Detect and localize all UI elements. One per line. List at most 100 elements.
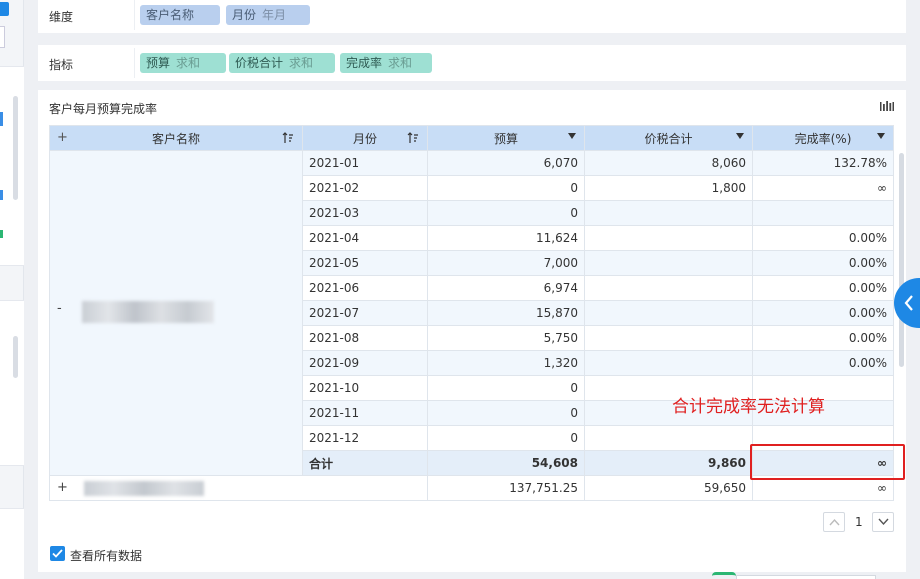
- rate-cell: 132.78%: [752, 150, 894, 176]
- dropdown-caret-icon[interactable]: [568, 133, 576, 139]
- collapse-icon[interactable]: -: [57, 301, 62, 316]
- month-cell: 2021-03: [302, 200, 428, 226]
- header-budget[interactable]: 预算: [427, 125, 585, 151]
- sort-icon[interactable]: [282, 132, 294, 144]
- page-next-button[interactable]: [872, 512, 894, 532]
- left-panel: [0, 0, 24, 579]
- dimension-row: 维度 客户名称 月份 年月: [38, 0, 906, 33]
- dropdown-caret-icon[interactable]: [736, 133, 744, 139]
- left-panel-scrollbar-2[interactable]: [13, 336, 18, 378]
- rate-cell: 0.00%: [752, 250, 894, 276]
- left-panel-blue-marker: [0, 112, 3, 126]
- dimension-label: 维度: [49, 10, 74, 24]
- pill-name: 完成率: [346, 56, 383, 70]
- page-number: 1: [855, 515, 863, 529]
- tax-total-cell: [584, 275, 753, 301]
- dropdown-caret-icon[interactable]: [877, 133, 885, 139]
- chevron-up-icon: [829, 518, 840, 526]
- budget-cell: 6,070: [427, 150, 585, 176]
- redacted-customer-name: [84, 481, 204, 496]
- header-label: 月份: [352, 131, 377, 146]
- month-cell: 2021-04: [302, 225, 428, 251]
- header-label: 预算: [493, 131, 518, 146]
- chevron-down-icon: [878, 518, 889, 526]
- view-all-checkbox[interactable]: [50, 546, 65, 561]
- budget-cell: 0: [427, 200, 585, 226]
- table-scrollbar-thumb[interactable]: [899, 153, 904, 367]
- table-header-row: + 客户名称 月份 预算 价税合计 完成率(%): [49, 125, 894, 151]
- annotation-highlight-box: [750, 444, 905, 480]
- rate-cell: ∞: [752, 175, 894, 201]
- month-cell: 2021-12: [302, 425, 428, 451]
- budget-cell: 15,870: [427, 300, 585, 326]
- chevron-left-icon: [904, 295, 913, 311]
- rate-cell: 0.00%: [752, 300, 894, 326]
- pill-name: 价税合计: [235, 56, 284, 70]
- sort-icon[interactable]: [407, 132, 419, 144]
- total-label-cell: 合计: [302, 450, 428, 476]
- budget-cell: 1,320: [427, 350, 585, 376]
- expand-icon[interactable]: +: [57, 480, 68, 495]
- budget-cell: 0: [427, 425, 585, 451]
- budget-cell: 5,750: [427, 325, 585, 351]
- header-completion-rate[interactable]: 完成率(%): [752, 125, 894, 151]
- tax-total-cell: [584, 425, 753, 451]
- total-tax-total-cell: 9,860: [584, 450, 753, 476]
- pill-sub: 年月: [262, 8, 287, 22]
- checkbox-icon[interactable]: [0, 2, 9, 16]
- bottom-partial-box: [736, 575, 876, 579]
- pill-name: 客户名称: [146, 8, 195, 22]
- month-cell: 2021-06: [302, 275, 428, 301]
- tax-total-cell: 8,060: [584, 150, 753, 176]
- metric-pill-tax-total[interactable]: 价税合计 求和: [229, 53, 335, 73]
- budget-cell: 11,624: [427, 225, 585, 251]
- rate-cell: [752, 200, 894, 226]
- dimension-pill-customer[interactable]: 客户名称: [140, 5, 220, 25]
- customer-cell-group2: +: [49, 475, 428, 501]
- metric-label: 指标: [49, 58, 74, 72]
- bottom-green-indicator: [712, 572, 736, 579]
- header-tax-total[interactable]: 价税合计: [584, 125, 753, 151]
- rate-cell: 0.00%: [752, 325, 894, 351]
- budget-cell: 0: [427, 175, 585, 201]
- rate-cell: 0.00%: [752, 350, 894, 376]
- total-budget-cell: 54,608: [427, 450, 585, 476]
- tax-total-cell: [584, 300, 753, 326]
- metric-row: 指标 预算 求和 价税合计 求和 完成率 求和: [38, 45, 906, 81]
- metric-pill-completion-rate[interactable]: 完成率 求和: [340, 53, 432, 73]
- pill-sub: 求和: [289, 56, 314, 70]
- budget-cell: 7,000: [427, 250, 585, 276]
- page-prev-button[interactable]: [823, 512, 845, 532]
- month-cell: 2021-01: [302, 150, 428, 176]
- left-panel-section: [0, 66, 24, 266]
- widget-title: 客户每月预算完成率: [49, 102, 158, 116]
- month-cell: 2021-02: [302, 175, 428, 201]
- header-label: 客户名称: [151, 131, 200, 146]
- metric-pill-budget[interactable]: 预算 求和: [140, 53, 226, 73]
- month-cell: 2021-09: [302, 350, 428, 376]
- budget-cell: 0: [427, 375, 585, 401]
- left-panel-section-2: [0, 300, 24, 466]
- left-panel-scrollbar[interactable]: [13, 96, 18, 200]
- table-row: - 2021-01 6,070 8,060 132.78%: [49, 150, 894, 476]
- pill-name: 预算: [146, 56, 171, 70]
- pill-name: 月份: [232, 8, 257, 22]
- tax-total-cell: [584, 350, 753, 376]
- left-panel-box: [0, 26, 5, 48]
- dimension-pill-month[interactable]: 月份 年月: [226, 5, 310, 25]
- budget-cell: 0: [427, 400, 585, 426]
- header-label: 完成率(%): [794, 131, 852, 146]
- bar-chart-switch-icon[interactable]: [880, 101, 894, 112]
- annotation-text: 合计完成率无法计算: [672, 397, 825, 417]
- header-customer[interactable]: + 客户名称: [49, 125, 303, 151]
- left-panel-section-3: [0, 508, 24, 579]
- view-all-label: 查看所有数据: [70, 549, 143, 563]
- header-month[interactable]: 月份: [302, 125, 428, 151]
- tax-total-cell: [584, 325, 753, 351]
- tax-total-cell: [584, 250, 753, 276]
- month-cell: 2021-08: [302, 325, 428, 351]
- header-label: 价税合计: [644, 131, 693, 146]
- expand-all-icon[interactable]: +: [57, 130, 68, 145]
- budget-cell: 137,751.25: [427, 475, 585, 501]
- row-divider: [134, 0, 135, 30]
